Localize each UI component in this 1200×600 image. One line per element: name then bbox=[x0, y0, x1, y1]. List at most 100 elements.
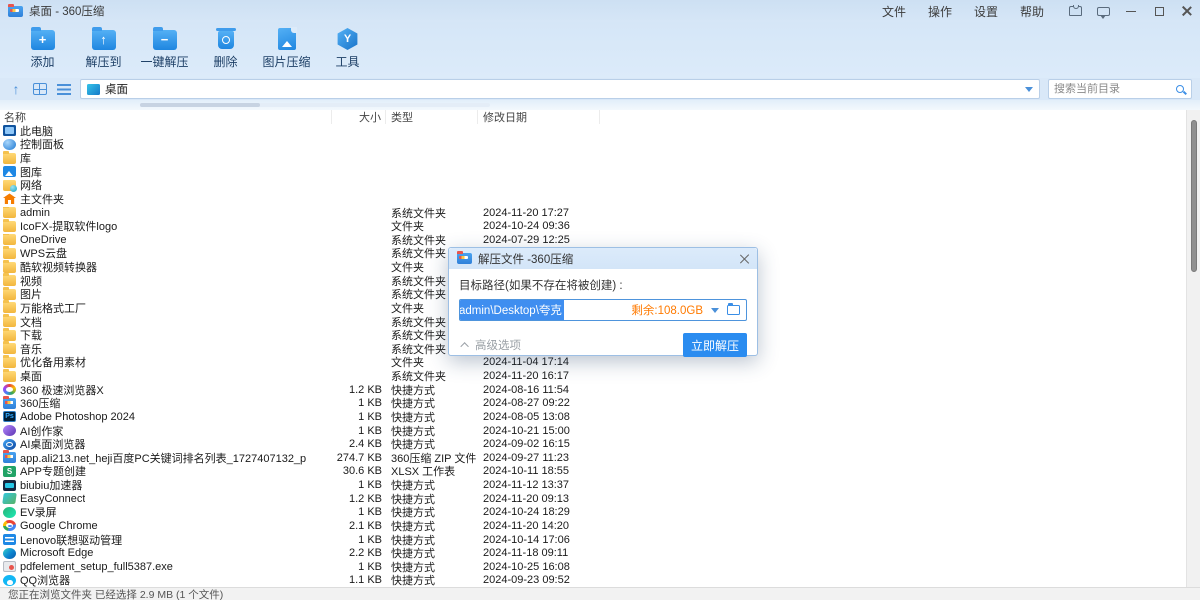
file-row[interactable]: 360压缩1 KB快捷方式2024-08-27 09:22 bbox=[0, 397, 1200, 411]
folder-icon bbox=[3, 275, 16, 286]
horizontal-scrollbar[interactable] bbox=[140, 103, 490, 107]
file-size: 1 KB bbox=[332, 425, 386, 437]
maximize-button[interactable] bbox=[1152, 4, 1166, 18]
file-type: 快捷方式 bbox=[386, 572, 478, 587]
file-date: 2024-09-23 09:52 bbox=[478, 574, 600, 586]
folder-icon bbox=[3, 371, 16, 382]
control-panel-icon bbox=[3, 139, 16, 150]
folder-icon bbox=[3, 207, 16, 218]
file-size: 2.2 KB bbox=[332, 547, 386, 559]
toolbar-button-delete[interactable]: 删除 bbox=[195, 26, 256, 70]
target-path-input[interactable]: admin\Desktop\夸克 剩余:108.0GB bbox=[459, 299, 747, 321]
file-date: 2024-11-20 14:20 bbox=[478, 520, 600, 532]
file-name: Lenovo联想驱动管理 bbox=[20, 532, 122, 548]
file-size: 1.1 KB bbox=[332, 574, 386, 586]
file-date: 2024-10-25 16:08 bbox=[478, 561, 600, 573]
address-bar[interactable]: 桌面 bbox=[80, 79, 1040, 99]
file-name-cell: 主文件夹 bbox=[0, 191, 332, 207]
file-size: 1 KB bbox=[332, 411, 386, 423]
file-row[interactable]: biubiu加速器1 KB快捷方式2024-11-12 13:37 bbox=[0, 478, 1200, 492]
file-size: 274.7 KB bbox=[332, 452, 386, 464]
tools-icon: Y bbox=[335, 28, 361, 50]
file-row[interactable]: EV录屏1 KB快捷方式2024-10-24 18:29 bbox=[0, 506, 1200, 520]
file-size: 1 KB bbox=[332, 479, 386, 491]
chrome-icon bbox=[3, 520, 16, 531]
biubiu-icon bbox=[3, 480, 16, 491]
desktop-icon bbox=[87, 84, 100, 95]
search-icon[interactable] bbox=[1176, 85, 1184, 93]
file-row[interactable]: Microsoft Edge2.2 KB快捷方式2024-11-18 09:11 bbox=[0, 546, 1200, 560]
toolbar-button-extract-to[interactable]: ↑解压到 bbox=[73, 26, 134, 70]
vertical-scrollbar-thumb[interactable] bbox=[1191, 120, 1197, 272]
add-icon: + bbox=[30, 28, 56, 50]
browse-folder-icon[interactable] bbox=[727, 305, 740, 315]
folder-icon bbox=[3, 302, 16, 313]
dialog-close-icon[interactable] bbox=[739, 254, 749, 264]
dialog-app-icon bbox=[457, 253, 472, 264]
dialog-body: 目标路径(如果不存在将被创建) : admin\Desktop\夸克 剩余:10… bbox=[449, 269, 757, 357]
folder-icon bbox=[3, 153, 16, 164]
photoshop-icon bbox=[3, 411, 16, 422]
computer-icon bbox=[3, 125, 16, 136]
column-header: 名称 大小 类型 修改日期 bbox=[0, 110, 1200, 124]
file-name: Adobe Photoshop 2024 bbox=[20, 411, 135, 423]
image-compress-icon bbox=[274, 28, 300, 50]
file-name-cell: admin bbox=[0, 207, 332, 219]
grid-view-icon[interactable] bbox=[32, 81, 48, 97]
address-row: ↑ 桌面 bbox=[0, 78, 1200, 100]
column-type[interactable]: 类型 bbox=[386, 110, 478, 124]
file-row[interactable]: 主文件夹 bbox=[0, 192, 1200, 206]
file-date: 2024-11-20 17:27 bbox=[478, 207, 600, 219]
file-row[interactable]: Lenovo联想驱动管理1 KB快捷方式2024-10-14 17:06 bbox=[0, 533, 1200, 547]
file-date: 2024-10-24 18:29 bbox=[478, 506, 600, 518]
menu-item-2[interactable]: 设置 bbox=[974, 3, 998, 20]
horizontal-scrollbar-thumb[interactable] bbox=[140, 103, 260, 107]
toolbar-button-one-click-extract[interactable]: −一键解压 bbox=[134, 26, 195, 70]
feedback-icon[interactable] bbox=[1096, 4, 1110, 18]
close-button[interactable] bbox=[1180, 4, 1194, 18]
toolbar-button-tools[interactable]: Y工具 bbox=[317, 26, 378, 70]
column-date[interactable]: 修改日期 bbox=[478, 110, 600, 124]
search-box[interactable] bbox=[1048, 79, 1192, 99]
collapse-chevron-icon[interactable] bbox=[460, 342, 468, 350]
up-icon[interactable]: ↑ bbox=[8, 81, 24, 97]
dialog-footer: 高级选项 立即解压 bbox=[459, 333, 747, 357]
search-input[interactable] bbox=[1054, 83, 1176, 95]
file-date: 2024-09-02 16:15 bbox=[478, 438, 600, 450]
status-bar: 您正在浏览文件夹 已经选择 2.9 MB (1 个文件) bbox=[0, 587, 1200, 600]
vertical-scrollbar[interactable] bbox=[1186, 110, 1200, 587]
folder-icon bbox=[3, 234, 16, 245]
file-name-cell: Google Chrome bbox=[0, 520, 332, 532]
folder-icon bbox=[3, 248, 16, 259]
path-value[interactable]: admin\Desktop\夸克 bbox=[459, 300, 564, 320]
menu-item-1[interactable]: 操作 bbox=[928, 3, 952, 20]
menu-item-3[interactable]: 帮助 bbox=[1020, 3, 1044, 20]
toolbar-button-image-compress[interactable]: 图片压缩 bbox=[256, 26, 317, 70]
file-row[interactable]: IcoFX-提取软件logo文件夹2024-10-24 09:36 bbox=[0, 219, 1200, 233]
column-size[interactable]: 大小 bbox=[332, 110, 386, 124]
path-dropdown-icon[interactable] bbox=[711, 308, 719, 313]
file-name: OneDrive bbox=[20, 234, 66, 246]
menu-item-0[interactable]: 文件 bbox=[882, 3, 906, 20]
ai-browser-icon bbox=[3, 439, 16, 450]
list-view-icon[interactable] bbox=[56, 81, 72, 97]
extract-to-icon: ↑ bbox=[91, 28, 117, 50]
folder-icon bbox=[3, 221, 16, 232]
column-name[interactable]: 名称 bbox=[0, 110, 332, 124]
toolbar-button-add[interactable]: + 添加 bbox=[12, 26, 73, 70]
file-name-cell: Adobe Photoshop 2024 bbox=[0, 411, 332, 423]
theme-icon[interactable] bbox=[1068, 4, 1082, 18]
file-name: biubiu加速器 bbox=[20, 477, 82, 493]
extract-button[interactable]: 立即解压 bbox=[683, 333, 747, 357]
minimize-button[interactable] bbox=[1124, 4, 1138, 18]
file-name: QQ浏览器 bbox=[20, 572, 70, 587]
address-dropdown-icon[interactable] bbox=[1025, 87, 1033, 92]
file-name: EV录屏 bbox=[20, 504, 57, 520]
easyconnect-icon bbox=[2, 493, 17, 504]
file-row[interactable]: QQ浏览器 1.1 KB快捷方式2024-09-23 09:52 bbox=[0, 574, 1200, 587]
toolbar-label: 添加 bbox=[30, 53, 54, 70]
advanced-options-link[interactable]: 高级选项 bbox=[475, 337, 521, 353]
toolbar-label: 图片压缩 bbox=[262, 53, 310, 70]
dialog-title: 解压文件 -360压缩 bbox=[478, 251, 573, 267]
file-size: 1 KB bbox=[332, 397, 386, 409]
